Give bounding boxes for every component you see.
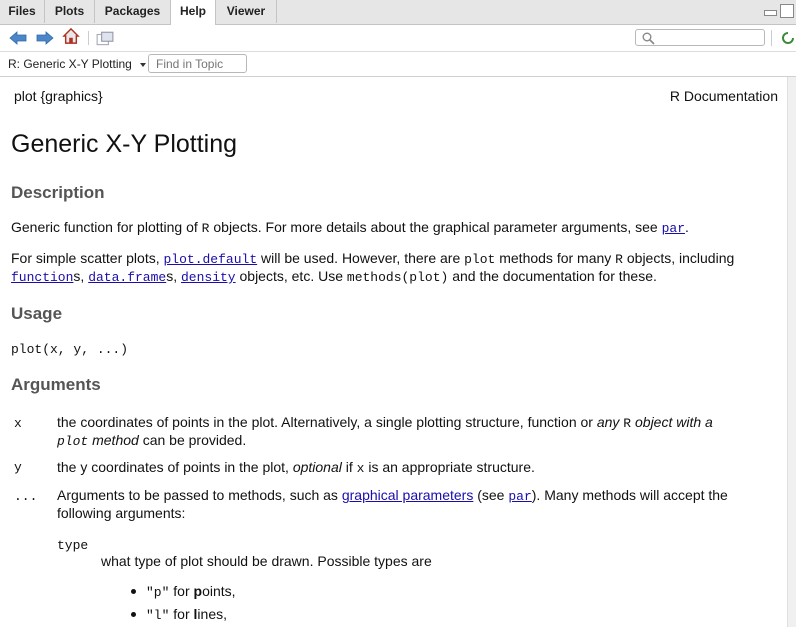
forward-arrow-icon[interactable] — [36, 30, 54, 46]
description-heading: Description — [11, 183, 105, 202]
search-icon — [642, 32, 655, 45]
link-data-frame[interactable]: data.frame — [88, 270, 166, 285]
text: ). Many methods will accept the — [531, 487, 728, 503]
toolbar-separator — [88, 31, 89, 45]
text: any — [596, 414, 624, 430]
text: object with a — [631, 414, 713, 430]
link-par[interactable]: par — [662, 221, 685, 236]
text: and the documentation for these. — [448, 268, 657, 284]
tab-packages[interactable]: Packages — [95, 0, 171, 23]
arg-name-x: x — [14, 416, 22, 431]
usage-heading: Usage — [11, 304, 63, 323]
text: objects, including — [622, 250, 735, 266]
code: plot — [464, 252, 496, 267]
text: following arguments: — [57, 505, 186, 521]
text: Generic function for plotting of — [11, 219, 202, 235]
text: if — [341, 459, 357, 475]
show-in-new-window-icon[interactable] — [96, 31, 114, 47]
vertical-scrollbar[interactable] — [787, 77, 796, 627]
sub-arg-name-type: type — [57, 538, 89, 553]
code: R — [615, 252, 623, 267]
text: (see — [473, 487, 509, 503]
pane-tab-bar: Files Plots Packages Help Viewer — [0, 0, 796, 25]
home-icon[interactable] — [62, 28, 80, 44]
text: oints, — [202, 583, 236, 599]
text: s, — [73, 268, 89, 284]
back-arrow-icon[interactable] — [9, 30, 27, 46]
tab-help[interactable]: Help — [170, 0, 216, 25]
text: for — [169, 583, 194, 599]
help-search-input[interactable] — [635, 29, 765, 46]
arg-name-y: y — [14, 460, 22, 475]
topic-history-label: R: Generic X-Y Plotting — [8, 57, 132, 71]
link-graphical-parameters[interactable]: graphical parameters — [342, 487, 474, 503]
text: is an appropriate structure. — [364, 459, 535, 475]
link-plot-default[interactable]: plot.default — [164, 252, 258, 267]
help-document: plot {graphics} R Documentation Generic … — [0, 77, 787, 625]
text: . — [685, 219, 689, 235]
text: objects, etc. Use — [235, 268, 347, 284]
bullet-icon — [131, 589, 136, 594]
link-function[interactable]: function — [11, 270, 73, 285]
code: "p" — [146, 585, 170, 600]
maximize-pane-icon[interactable] — [780, 4, 794, 18]
toolbar-separator — [771, 30, 772, 46]
arg-desc-x: the coordinates of points in the plot. A… — [57, 414, 781, 450]
sub-arg-desc-type: what type of plot should be drawn. Possi… — [101, 553, 432, 569]
description-paragraph-2: For simple scatter plots, plot.default w… — [11, 250, 781, 286]
arguments-heading: Arguments — [11, 375, 101, 394]
tab-files[interactable]: Files — [0, 0, 45, 23]
text: p — [193, 583, 203, 599]
text: will be used. However, there are — [257, 250, 465, 266]
tab-viewer[interactable]: Viewer — [216, 0, 277, 23]
arg-desc-y: the y coordinates of points in the plot,… — [57, 459, 781, 477]
usage-code: plot(x, y, ...) — [11, 342, 129, 357]
description-paragraph-1: Generic function for plotting of R objec… — [11, 219, 781, 237]
link-par[interactable]: par — [508, 489, 531, 504]
text: ines, — [197, 606, 227, 622]
text: Arguments to be passed to methods, such … — [57, 487, 342, 503]
text: the y coordinates of points in the plot, — [57, 459, 293, 475]
bullet-icon — [131, 612, 136, 617]
code: plot — [57, 434, 89, 449]
text: the coordinates of points in the plot. A… — [57, 414, 597, 430]
type-option-l: "l" for lines, — [146, 606, 227, 624]
find-in-topic-input[interactable] — [148, 54, 247, 73]
text: can be provided. — [138, 432, 247, 448]
text: methods for many — [495, 250, 616, 266]
topic-history-dropdown[interactable]: R: Generic X-Y Plotting — [8, 56, 147, 72]
help-toolbar — [0, 25, 796, 52]
minimize-pane-icon[interactable] — [764, 10, 777, 16]
text: objects. For more details about the grap… — [209, 219, 662, 235]
r-documentation-label: R Documentation — [669, 88, 778, 104]
text: For simple scatter plots, — [11, 250, 164, 266]
refresh-icon[interactable] — [780, 30, 796, 46]
topic-bar: R: Generic X-Y Plotting — [0, 52, 796, 77]
page-title: Generic X-Y Plotting — [11, 130, 238, 158]
code: methods(plot) — [346, 270, 449, 285]
arg-desc-dots: Arguments to be passed to methods, such … — [57, 487, 781, 522]
code: R — [623, 416, 632, 431]
text: method — [88, 432, 139, 448]
chevron-down-icon — [140, 62, 147, 67]
code: "l" — [146, 608, 170, 623]
text: s, — [166, 268, 181, 284]
text: optional — [292, 459, 342, 475]
text: for — [169, 606, 194, 622]
package-label: plot {graphics} — [14, 88, 103, 104]
tab-plots[interactable]: Plots — [45, 0, 95, 23]
arg-name-dots: ... — [14, 489, 38, 504]
link-density[interactable]: density — [181, 270, 236, 285]
type-option-p: "p" for points, — [146, 583, 236, 601]
